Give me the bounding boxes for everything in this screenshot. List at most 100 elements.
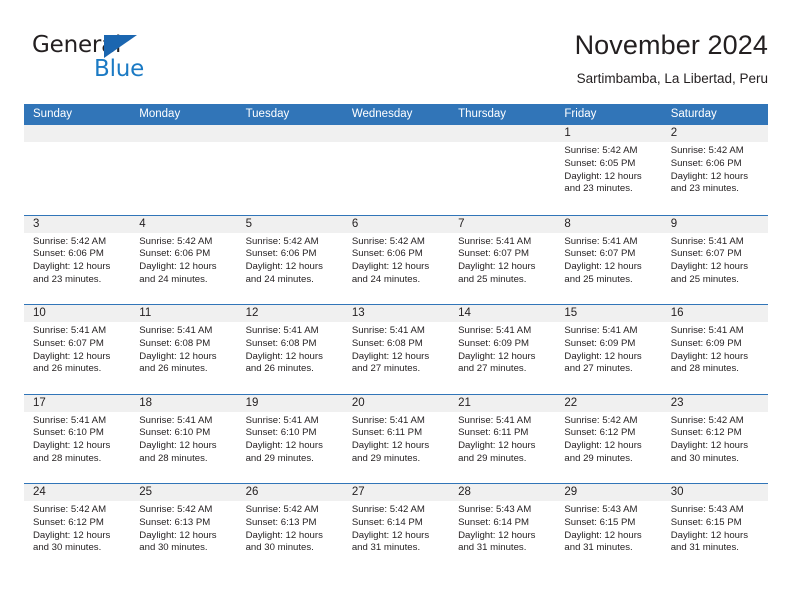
calendar-day-cell[interactable]: 17 Sunrise: 5:41 AM Sunset: 6:10 PM Dayligh… [24,395,130,484]
calendar-day-cell[interactable]: 3 Sunrise: 5:42 AM Sunset: 6:06 PM Daylight… [24,216,130,305]
day-info-daylight-line1: Daylight: 12 hours [245,529,323,541]
day-number: 29 [564,486,578,498]
calendar-day-cell[interactable]: 28 Sunrise: 5:43 AM Sunset: 6:14 PM Dayligh… [449,484,555,573]
day-info-sunrise: Sunrise: 5:42 AM [139,235,213,247]
weekday-header-friday: Friday [564,108,597,120]
day-sun-info: Sunrise: 5:41 AM Sunset: 6:08 PM Daylight:… [352,325,441,376]
day-info-sunset: Sunset: 6:08 PM [351,337,423,349]
calendar-day-cell[interactable]: 19 Sunrise: 5:41 AM Sunset: 6:10 PM Dayligh… [237,395,343,484]
day-sun-info: Sunrise: 5:41 AM Sunset: 6:07 PM Daylight:… [671,236,760,287]
weekday-header-tuesday: Tuesday [245,108,290,120]
day-info-sunrise: Sunrise: 5:41 AM [33,325,107,336]
day-info-sunset: Sunset: 6:06 PM [351,248,423,260]
day-info-daylight-line1: Daylight: 12 hours [670,261,749,273]
day-info-daylight-line1: Daylight: 12 hours [670,440,749,452]
day-info-sunset: Sunset: 6:12 PM [670,427,742,439]
day-info-sunset: Sunset: 6:11 PM [351,427,423,439]
calendar-day-cell[interactable]: 18 Sunrise: 5:41 AM Sunset: 6:10 PM Dayligh… [130,395,236,484]
day-info-daylight-line1: Daylight: 12 hours [33,440,111,452]
day-number: 18 [139,396,153,409]
day-info-sunrise: Sunrise: 5:43 AM [670,504,744,515]
day-info-daylight-line2: and 28 minutes. [139,452,208,464]
calendar-day-cell[interactable]: 2 Sunrise: 5:42 AM Sunset: 6:06 PM Daylight… [662,125,768,215]
logo-text-blue: Blue [94,56,145,82]
day-info-sunrise: Sunrise: 5:42 AM [670,145,744,156]
day-number: 5 [245,217,252,230]
calendar-day-cell[interactable]: 9 Sunrise: 5:41 AM Sunset: 6:07 PM Daylight… [662,216,768,305]
day-info-daylight-line2: and 24 minutes. [139,273,208,285]
calendar-day-cell[interactable]: 5 Sunrise: 5:42 AM Sunset: 6:06 PM Daylight… [237,216,343,305]
general-blue-logo[interactable]: General Blue [32,32,202,88]
day-number: 7 [458,217,465,230]
calendar-day-cell[interactable]: 21 Sunrise: 5:41 AM Sunset: 6:11 PM Dayligh… [449,395,555,484]
calendar-day-cell[interactable]: 20 Sunrise: 5:41 AM Sunset: 6:11 PM Dayligh… [343,395,449,484]
calendar-day-cell[interactable]: 13 Sunrise: 5:41 AM Sunset: 6:08 PM Dayligh… [343,305,449,394]
day-number: 21 [458,396,471,409]
day-info-daylight-line1: Daylight: 12 hours [245,261,323,273]
day-info-sunset: Sunset: 6:15 PM [670,516,742,528]
day-number: 2 [670,127,678,139]
calendar-day-cell[interactable]: 1 Sunrise: 5:42 AM Sunset: 6:05 PM Daylight… [555,125,661,215]
day-info-daylight-line2: and 27 minutes. [351,363,421,375]
calendar-day-cell[interactable]: 23 Sunrise: 5:42 AM Sunset: 6:12 PM Dayligh… [662,395,768,484]
calendar-day-cell[interactable]: 4 Sunrise: 5:42 AM Sunset: 6:06 PM Daylight… [130,216,236,305]
day-info-sunrise: Sunrise: 5:41 AM [458,235,532,247]
day-info-sunrise: Sunrise: 5:43 AM [458,504,532,515]
calendar-page: General Blue November 2024 Sartimbamba, … [0,0,792,612]
day-sun-info: Sunrise: 5:42 AM Sunset: 6:06 PM Daylight:… [352,236,441,287]
calendar-day-cell[interactable]: 8 Sunrise: 5:41 AM Sunset: 6:07 PM Daylight… [555,216,661,305]
day-info-sunrise: Sunrise: 5:42 AM [670,414,744,426]
day-info-daylight-line2: and 25 minutes. [564,273,633,285]
day-info-daylight-line2: and 24 minutes. [351,273,421,285]
calendar-day-cell[interactable]: 27 Sunrise: 5:42 AM Sunset: 6:14 PM Dayligh… [343,484,449,573]
day-info-sunrise: Sunrise: 5:42 AM [351,235,425,247]
day-info-daylight-line2: and 27 minutes. [458,363,527,375]
calendar-day-cell[interactable]: 14 Sunrise: 5:41 AM Sunset: 6:09 PM Dayligh… [449,305,555,394]
calendar-day-cell[interactable]: 12 Sunrise: 5:41 AM Sunset: 6:08 PM Dayligh… [237,305,343,394]
day-info-sunset: Sunset: 6:06 PM [245,248,317,260]
calendar-day-cell[interactable]: 24 Sunrise: 5:42 AM Sunset: 6:12 PM Dayligh… [24,484,130,573]
calendar-day-cell-empty [449,125,555,215]
day-info-daylight-line1: Daylight: 12 hours [139,529,217,541]
calendar-day-cell[interactable]: 6 Sunrise: 5:42 AM Sunset: 6:06 PM Daylight… [343,216,449,305]
calendar-day-cell[interactable]: 15 Sunrise: 5:41 AM Sunset: 6:09 PM Dayligh… [555,305,661,394]
calendar-day-cell[interactable]: 7 Sunrise: 5:41 AM Sunset: 6:07 PM Daylight… [449,216,555,305]
calendar-day-cell[interactable]: 26 Sunrise: 5:42 AM Sunset: 6:13 PM Dayligh… [237,484,343,573]
day-info-sunrise: Sunrise: 5:41 AM [139,414,213,426]
calendar-day-cell[interactable]: 16 Sunrise: 5:41 AM Sunset: 6:09 PM Dayligh… [662,305,768,394]
calendar-day-cell[interactable]: 22 Sunrise: 5:42 AM Sunset: 6:12 PM Dayligh… [555,395,661,484]
day-number: 1 [564,127,571,139]
calendar-day-cell[interactable]: 10 Sunrise: 5:41 AM Sunset: 6:07 PM Dayligh… [24,305,130,394]
day-number: 16 [670,307,684,319]
day-info-sunrise: Sunrise: 5:42 AM [33,504,107,515]
day-info-sunset: Sunset: 6:08 PM [245,337,317,349]
day-number: 19 [245,396,259,409]
day-info-sunrise: Sunrise: 5:41 AM [564,235,638,247]
day-number: 8 [564,217,571,230]
day-info-sunrise: Sunrise: 5:41 AM [670,235,744,247]
day-number: 20 [351,396,365,409]
day-sun-info: Sunrise: 5:43 AM Sunset: 6:15 PM Daylight:… [564,504,653,555]
page-header: General Blue November 2024 Sartimbamba, … [24,28,768,94]
day-number: 24 [33,486,46,498]
day-info-daylight-line2: and 28 minutes. [33,452,102,464]
calendar-day-cell[interactable]: 29 Sunrise: 5:43 AM Sunset: 6:15 PM Dayligh… [555,484,661,573]
calendar-day-cell[interactable]: 11 Sunrise: 5:41 AM Sunset: 6:08 PM Dayligh… [130,305,236,394]
day-info-daylight-line2: and 30 minutes. [139,542,208,554]
triangle-icon [104,35,137,58]
day-sun-info: Sunrise: 5:42 AM Sunset: 6:06 PM Daylight:… [139,236,228,287]
weekday-header-wednesday: Wednesday [351,108,413,120]
day-info-daylight-line2: and 30 minutes. [245,542,314,554]
day-info-sunrise: Sunrise: 5:41 AM [564,325,638,336]
day-info-daylight-line1: Daylight: 12 hours [458,350,536,362]
calendar-day-cell[interactable]: 25 Sunrise: 5:42 AM Sunset: 6:13 PM Dayligh… [130,484,236,573]
title-block: November 2024 Sartimbamba, La Libertad, … [575,28,768,89]
day-info-daylight-line2: and 23 minutes. [33,273,102,285]
day-info-daylight-line1: Daylight: 12 hours [245,440,323,452]
day-sun-info: Sunrise: 5:41 AM Sunset: 6:11 PM Daylight:… [352,415,441,466]
weekday-header-thursday: Thursday [458,108,507,120]
day-number: 10 [33,307,46,319]
calendar-day-cell[interactable]: 30 Sunrise: 5:43 AM Sunset: 6:15 PM Dayligh… [662,484,768,573]
day-info-daylight-line1: Daylight: 12 hours [564,529,642,541]
day-number: 12 [245,307,259,319]
